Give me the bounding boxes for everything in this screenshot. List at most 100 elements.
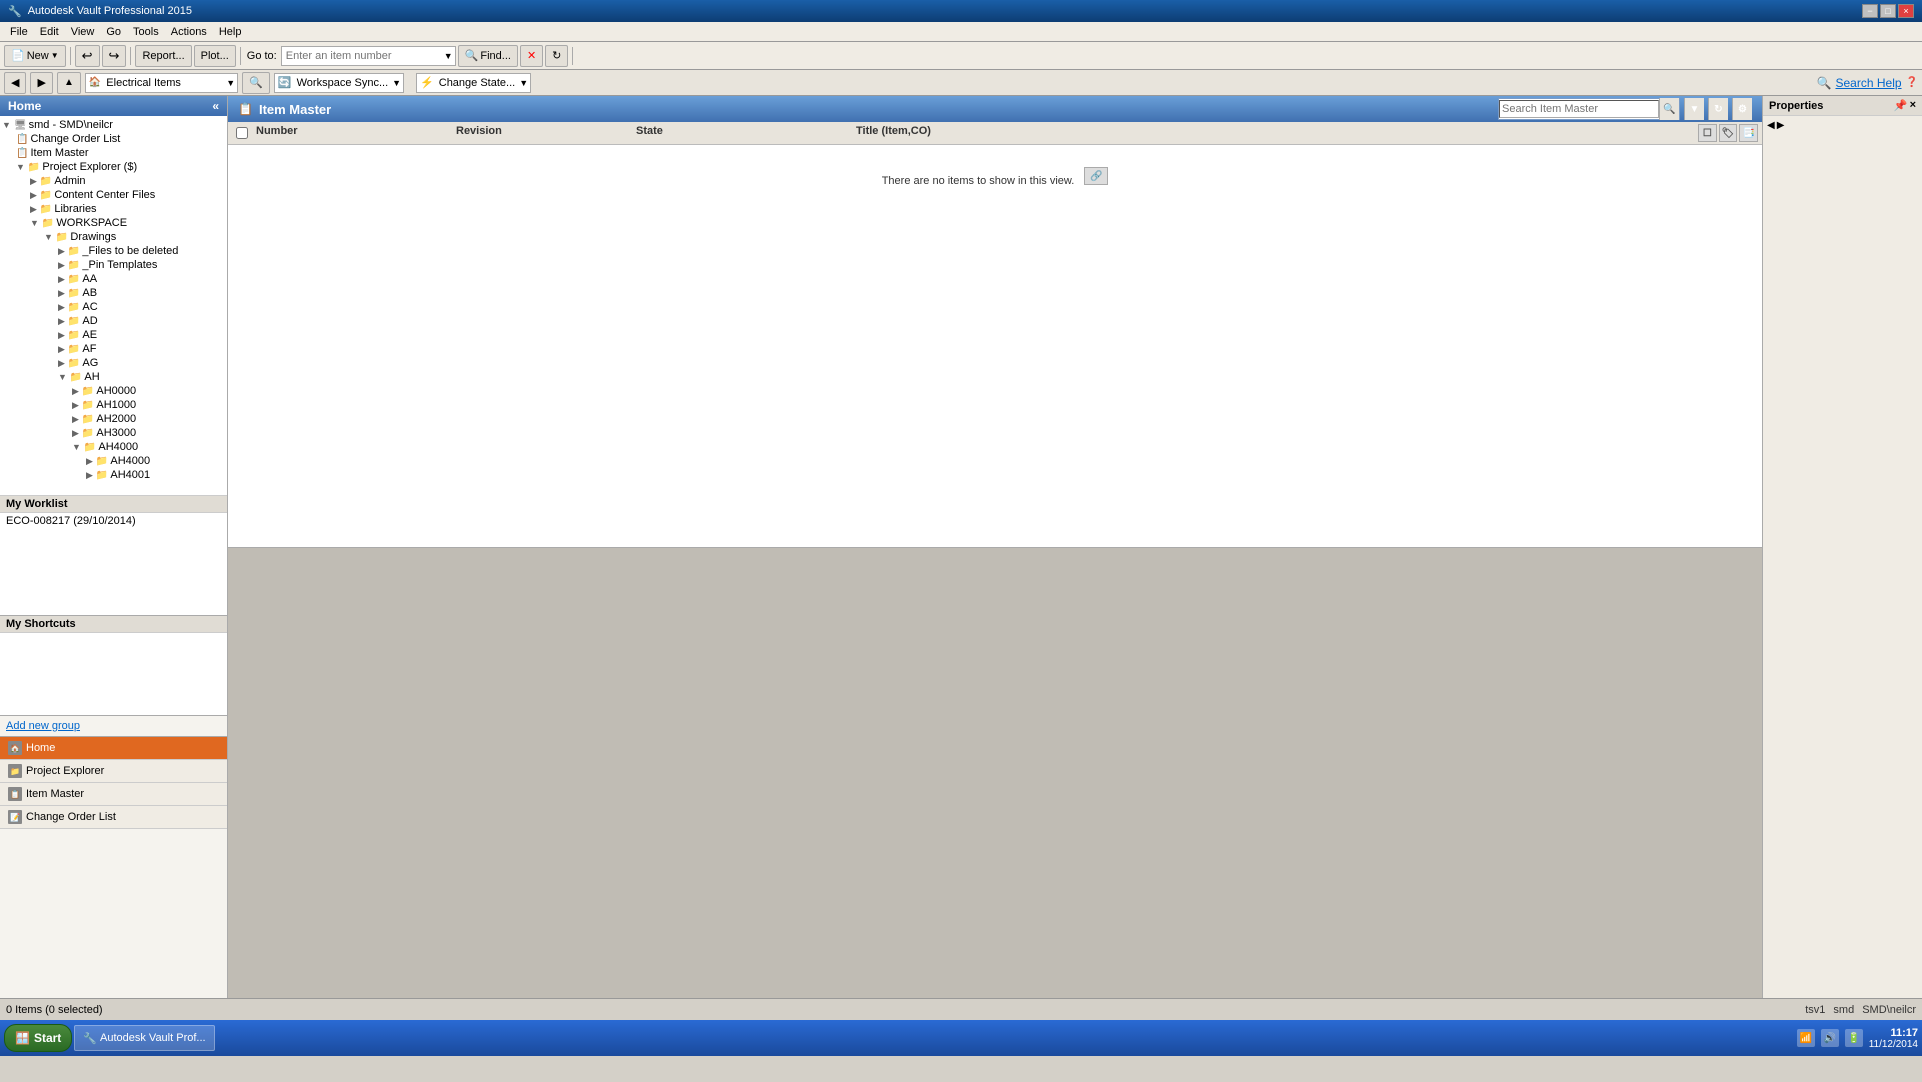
close-button[interactable]: × bbox=[1898, 4, 1914, 18]
tree-ah[interactable]: ▼ 📁 AH bbox=[2, 370, 225, 384]
properties-controls: 📌 × bbox=[1894, 99, 1916, 112]
time-display: 11:17 bbox=[1869, 1027, 1918, 1039]
pt-expand: ▶ bbox=[58, 260, 65, 271]
tree-item-master[interactable]: 📋 Item Master bbox=[2, 146, 225, 160]
tree-files-deleted[interactable]: ▶ 📁 _Files to be deleted bbox=[2, 244, 225, 258]
tree-change-order-list[interactable]: 📋 Change Order List bbox=[2, 132, 225, 146]
tree-ah2000[interactable]: ▶ 📁 AH2000 bbox=[2, 412, 225, 426]
prop-forward-btn[interactable]: ▶ bbox=[1777, 120, 1785, 131]
menu-tools[interactable]: Tools bbox=[127, 24, 165, 40]
root-label: smd - SMD\neilcr bbox=[29, 119, 113, 131]
tree-ab[interactable]: ▶ 📁 AB bbox=[2, 286, 225, 300]
menu-file[interactable]: File bbox=[4, 24, 34, 40]
tree-workspace[interactable]: ▼ 📁 WORKSPACE bbox=[2, 216, 225, 230]
tree-libraries[interactable]: ▶ 📁 Libraries bbox=[2, 202, 225, 216]
tree-ah4000-sub[interactable]: ▶ 📁 AH4000 bbox=[2, 454, 225, 468]
tree-drawings[interactable]: ▼ 📁 Drawings bbox=[2, 230, 225, 244]
search-options-button[interactable]: ▼ bbox=[1684, 98, 1704, 120]
ad-expand: ▶ bbox=[58, 316, 65, 327]
minimize-button[interactable]: − bbox=[1862, 4, 1878, 18]
nav-tree[interactable]: ▼ 🖥 smd - SMD\neilcr 📋 Change Order List… bbox=[0, 116, 227, 496]
forward-button[interactable]: ▶ bbox=[30, 72, 52, 94]
prop-close-icon[interactable]: × bbox=[1910, 99, 1916, 112]
search-refresh-button[interactable]: ↻ bbox=[1708, 98, 1728, 120]
tree-ae[interactable]: ▶ 📁 AE bbox=[2, 328, 225, 342]
goto-dropdown-icon[interactable]: ▼ bbox=[442, 51, 455, 61]
tree-ah1000[interactable]: ▶ 📁 AH1000 bbox=[2, 398, 225, 412]
search-settings-button[interactable]: ⚙ bbox=[1732, 98, 1752, 120]
start-button[interactable]: 🪟 Start bbox=[4, 1024, 72, 1052]
nav-project-explorer-button[interactable]: 📁 Project Explorer bbox=[0, 760, 227, 783]
ag-icon: 📁 bbox=[68, 358, 80, 369]
nav-item-master-button[interactable]: 📋 Item Master bbox=[0, 783, 227, 806]
report-button[interactable]: Report... bbox=[135, 45, 191, 67]
tree-project-explorer[interactable]: ▼ 📁 Project Explorer ($) bbox=[2, 160, 225, 174]
goto-input[interactable] bbox=[282, 47, 442, 65]
refresh-button[interactable]: ↻ bbox=[545, 45, 568, 67]
tree-pin-templates[interactable]: ▶ 📁 _Pin Templates bbox=[2, 258, 225, 272]
search-help-label[interactable]: Search Help bbox=[1836, 76, 1902, 90]
new-button[interactable]: 📄 New ▼ bbox=[4, 45, 66, 67]
im-header-icon: 📋 bbox=[238, 102, 253, 116]
draw-label: Drawings bbox=[70, 231, 116, 243]
tree-aa[interactable]: ▶ 📁 AA bbox=[2, 272, 225, 286]
search-help-ext-icon: ❓ bbox=[1906, 77, 1918, 88]
ah4001-expand: ▶ bbox=[86, 470, 93, 481]
sep-2 bbox=[130, 47, 131, 65]
menu-actions[interactable]: Actions bbox=[165, 24, 213, 40]
properties-title: Properties bbox=[1769, 100, 1823, 112]
ws-dropdown[interactable]: ▼ bbox=[390, 78, 403, 88]
back-button[interactable]: ◀ bbox=[4, 72, 26, 94]
worklist-section: My Worklist ECO-008217 (29/10/2014) bbox=[0, 496, 227, 616]
add-group-link[interactable]: Add new group bbox=[0, 716, 227, 736]
menu-go[interactable]: Go bbox=[100, 24, 127, 40]
col-icon-2[interactable]: 🏷 bbox=[1719, 124, 1738, 142]
tree-ah3000[interactable]: ▶ 📁 AH3000 bbox=[2, 426, 225, 440]
tree-af[interactable]: ▶ 📁 AF bbox=[2, 342, 225, 356]
prop-pin-icon[interactable]: 📌 bbox=[1894, 99, 1908, 112]
undo-button[interactable]: ↩ bbox=[75, 45, 100, 67]
tree-root[interactable]: ▼ 🖥 smd - SMD\neilcr bbox=[2, 118, 225, 132]
main-toolbar: 📄 New ▼ ↩ ↪ Report... Plot... Go to: ▼ 🔍… bbox=[0, 42, 1922, 70]
nav-home-button[interactable]: 🏠 Home bbox=[0, 737, 227, 760]
explore-button[interactable]: 🔍 bbox=[242, 72, 270, 94]
up-button[interactable]: ▲ bbox=[57, 72, 81, 94]
link-button[interactable]: 🔗 bbox=[1084, 167, 1108, 185]
nav-change-order-button[interactable]: 📝 Change Order List bbox=[0, 806, 227, 829]
find-button[interactable]: 🔍 Find... bbox=[458, 45, 518, 67]
stop-button[interactable]: ✕ bbox=[520, 45, 543, 67]
tree-ah0000[interactable]: ▶ 📁 AH0000 bbox=[2, 384, 225, 398]
cs-dropdown[interactable]: ▼ bbox=[517, 78, 530, 88]
worklist-item-0[interactable]: ECO-008217 (29/10/2014) bbox=[0, 513, 227, 529]
tree-ah4001[interactable]: ▶ 📁 AH4001 bbox=[2, 468, 225, 482]
tree-admin[interactable]: ▶ 📁 Admin bbox=[2, 174, 225, 188]
tree-ad[interactable]: ▶ 📁 AD bbox=[2, 314, 225, 328]
ah0-label: AH0000 bbox=[96, 385, 136, 397]
taskbar-vault-item[interactable]: 🔧 Autodesk Vault Prof... bbox=[74, 1025, 214, 1051]
tree-ag[interactable]: ▶ 📁 AG bbox=[2, 356, 225, 370]
tree-ac[interactable]: ▶ 📁 AC bbox=[2, 300, 225, 314]
ws-icon: 📁 bbox=[42, 218, 54, 229]
col-icon-3[interactable]: 📑 bbox=[1739, 124, 1758, 142]
prop-back-btn[interactable]: ◀ bbox=[1767, 120, 1775, 131]
col-icon: 📋 bbox=[16, 134, 28, 145]
tree-content-center[interactable]: ▶ 📁 Content Center Files bbox=[2, 188, 225, 202]
ae-icon: 📁 bbox=[68, 330, 80, 341]
col-icon-1[interactable]: ☐ bbox=[1698, 124, 1717, 142]
collapse-icon[interactable]: « bbox=[212, 99, 219, 113]
ab-icon: 📁 bbox=[68, 288, 80, 299]
redo-button[interactable]: ↪ bbox=[102, 45, 127, 67]
search-submit-button[interactable]: 🔍 bbox=[1659, 98, 1679, 120]
menu-edit[interactable]: Edit bbox=[34, 24, 65, 40]
restore-button[interactable]: □ bbox=[1880, 4, 1896, 18]
tree-ah4000-expanded[interactable]: ▼ 📁 AH4000 bbox=[2, 440, 225, 454]
lib-expand: ▶ bbox=[30, 204, 37, 215]
menu-help[interactable]: Help bbox=[213, 24, 248, 40]
search-item-master-input[interactable] bbox=[1499, 100, 1659, 118]
select-all-checkbox[interactable] bbox=[236, 127, 248, 139]
menu-view[interactable]: View bbox=[65, 24, 101, 40]
ad-icon: 📁 bbox=[68, 316, 80, 327]
plot-button[interactable]: Plot... bbox=[194, 45, 236, 67]
ah3-label: AH3000 bbox=[96, 427, 136, 439]
location-dropdown[interactable]: ▼ bbox=[224, 78, 237, 88]
